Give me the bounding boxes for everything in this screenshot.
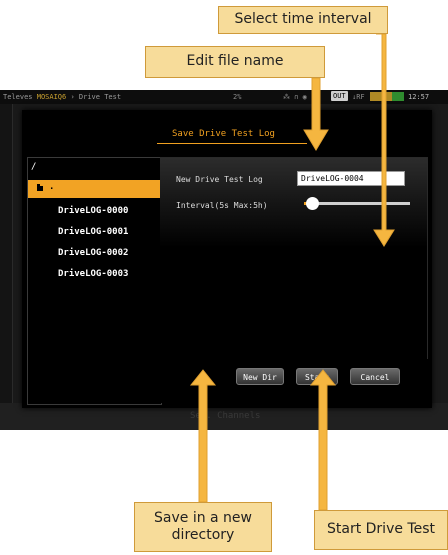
dialog-footer: New Dir Start Cancel <box>160 358 427 403</box>
new-dir-button[interactable]: New Dir <box>236 368 284 385</box>
file-item[interactable]: DriveLOG-0001 <box>58 227 128 237</box>
rf-indicator: ↓RF <box>352 93 365 101</box>
status-bar: Televes MOSAIQ6 › Drive Test 2% ⁂ ∩ ◉ OU… <box>0 90 448 104</box>
app-breadcrumb: Televes MOSAIQ6 › Drive Test <box>3 93 122 101</box>
callout-save-new-directory: Save in a new directory <box>134 502 272 552</box>
start-button[interactable]: Start <box>296 368 338 385</box>
callout-select-time-interval: Select time interval <box>218 6 388 34</box>
background-panel <box>0 104 13 430</box>
device-screen: Televes MOSAIQ6 › Drive Test 2% ⁂ ∩ ◉ OU… <box>0 90 448 430</box>
brand-label: Televes <box>3 93 33 101</box>
file-item[interactable]: DriveLOG-0002 <box>58 248 128 258</box>
slider-track <box>304 202 410 205</box>
file-item[interactable]: DriveLOG-0003 <box>58 269 128 279</box>
dialog-title: Save Drive Test Log <box>172 129 275 139</box>
file-name-input[interactable]: DriveLOG-0004 <box>297 171 405 186</box>
file-browser: / . DriveLOG-0000 DriveLOG-0001 DriveLOG… <box>27 157 162 405</box>
status-icons: ⁂ ∩ ◉ <box>283 93 307 101</box>
callout-edit-file-name: Edit file name <box>145 46 325 78</box>
app-label: Drive Test <box>78 93 122 101</box>
title-divider <box>157 143 307 144</box>
interval-slider[interactable] <box>304 197 410 211</box>
output-badge: OUT <box>331 91 348 101</box>
save-drive-test-dialog: Save Drive Test Log / . DriveLOG-0000 Dr… <box>22 110 432 408</box>
folder-icon <box>37 184 43 191</box>
parent-directory-item[interactable]: . <box>28 180 161 198</box>
file-item[interactable]: DriveLOG-0000 <box>58 206 128 216</box>
slider-thumb[interactable] <box>306 197 320 210</box>
callout-start-drive-test: Start Drive Test <box>314 510 448 550</box>
interval-label: Interval(5s Max:5h) <box>176 201 268 210</box>
current-path: / <box>31 162 37 172</box>
sel-channels-label: Sel. Channels <box>190 411 261 421</box>
cancel-button[interactable]: Cancel <box>350 368 400 385</box>
file-name-label: New Drive Test Log <box>176 175 263 184</box>
parent-directory-label: . <box>49 182 55 192</box>
settings-panel: New Drive Test Log DriveLOG-0004 Interva… <box>160 157 428 359</box>
signal-meter <box>370 92 404 101</box>
battery-percent: 2% <box>233 93 242 101</box>
product-label: MOSAIQ6 <box>36 93 67 101</box>
clock: 12:57 <box>408 93 430 101</box>
